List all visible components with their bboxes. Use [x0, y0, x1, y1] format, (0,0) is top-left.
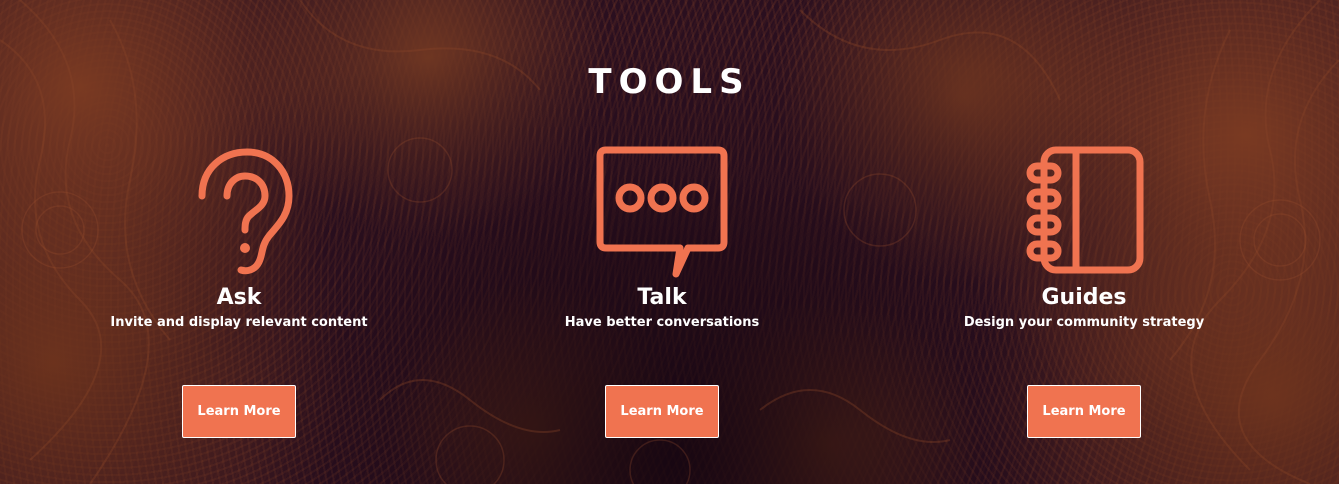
- ear-question-icon: [198, 148, 293, 275]
- tool-description: Invite and display relevant content: [110, 315, 368, 330]
- tool-card-talk: Talk Have better conversations Learn Mor…: [472, 140, 852, 438]
- tool-title: Ask: [216, 285, 262, 310]
- tool-title: Guides: [1041, 285, 1127, 310]
- tool-description: Design your community strategy: [963, 315, 1205, 330]
- tool-description: Have better conversations: [564, 315, 760, 330]
- tool-title: Talk: [637, 285, 687, 310]
- tools-section: TOOLS Ask Invite and display relevant co…: [0, 0, 1339, 484]
- tool-card-guides: Guides Design your community strategy Le…: [894, 140, 1274, 438]
- learn-more-button-talk[interactable]: Learn More: [605, 385, 719, 438]
- tool-card-ask: Ask Invite and display relevant content …: [49, 140, 429, 438]
- section-title: TOOLS: [588, 62, 751, 102]
- chat-bubble-icon: [596, 146, 728, 278]
- learn-more-button-guides[interactable]: Learn More: [1027, 385, 1141, 438]
- learn-more-button-ask[interactable]: Learn More: [182, 385, 296, 438]
- notebook-icon: [1026, 146, 1144, 274]
